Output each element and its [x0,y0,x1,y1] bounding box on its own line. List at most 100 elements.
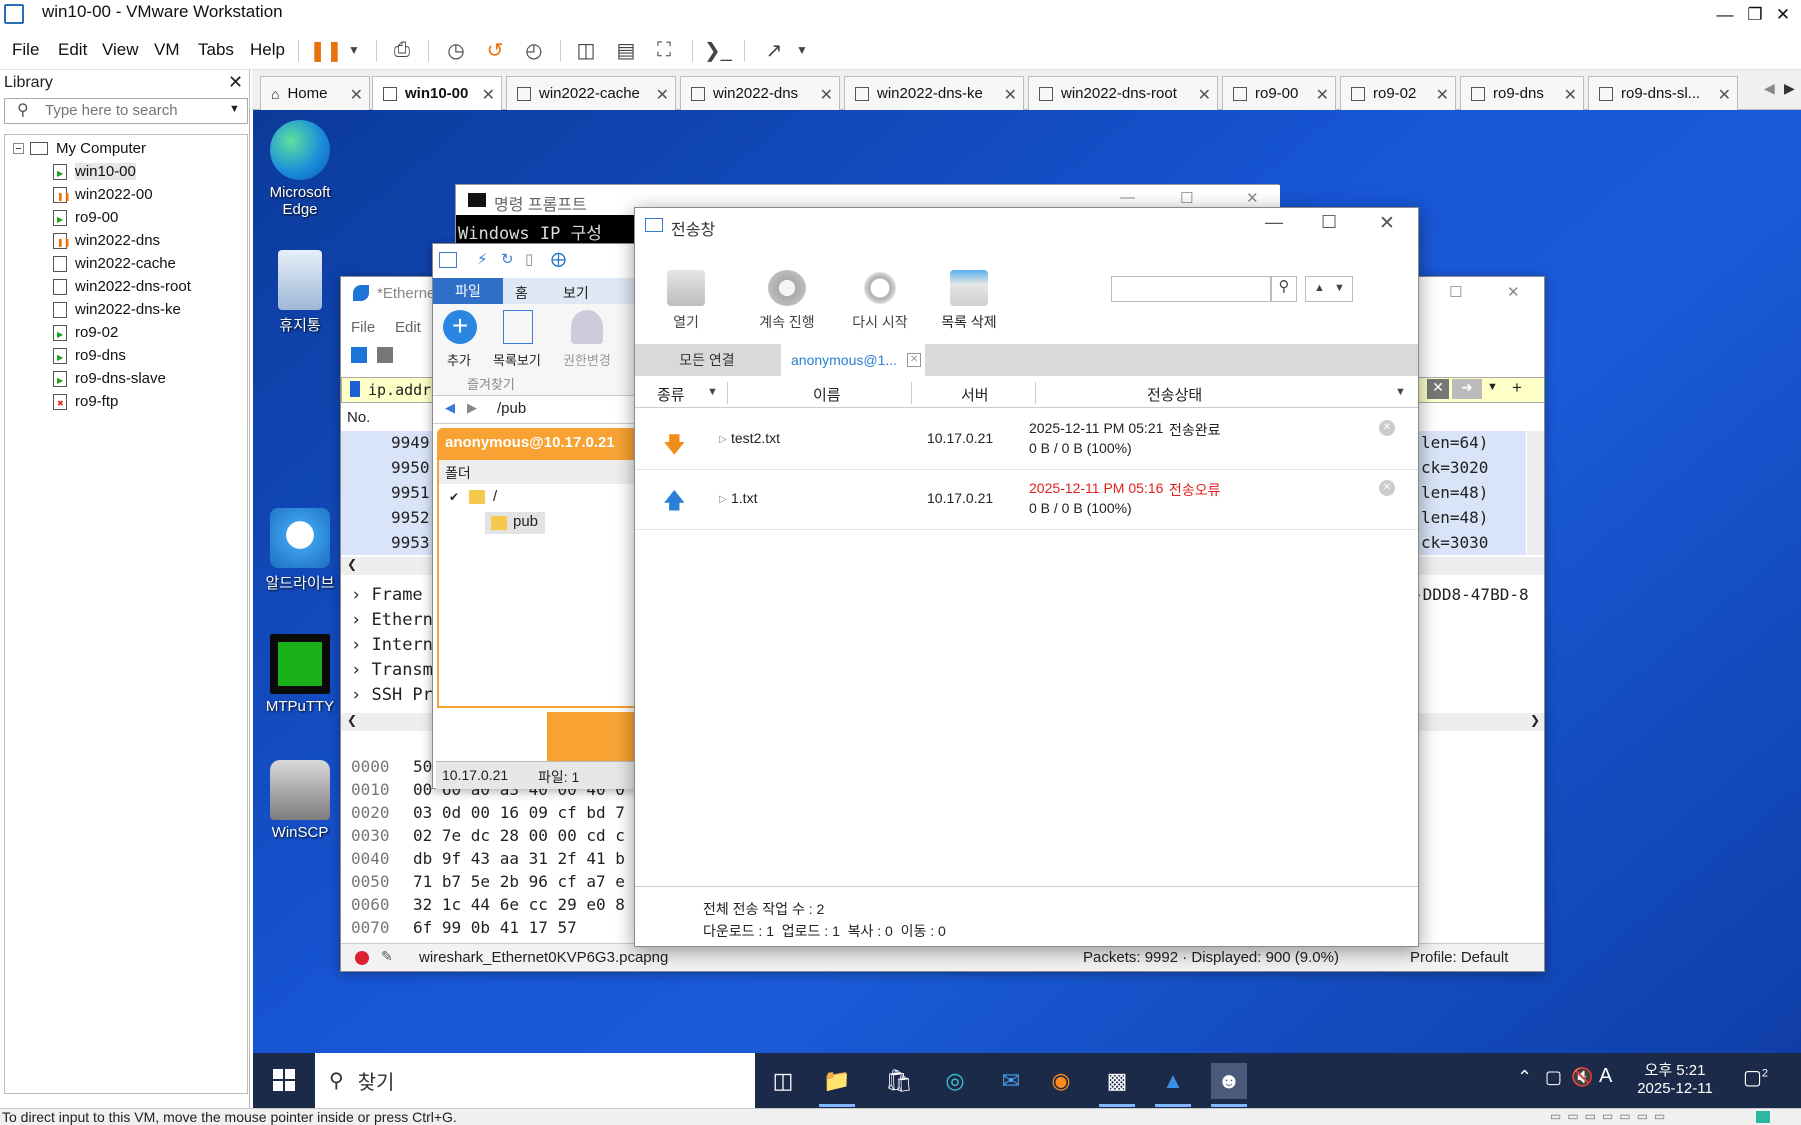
clear-filter-icon[interactable]: ✕ [1427,379,1449,399]
arrow-down-icon[interactable]: ▼ [1334,282,1345,294]
alftp-taskbar-icon[interactable]: ☻ [1211,1063,1247,1099]
close-button[interactable]: ✕ [1763,0,1801,30]
expand-icon[interactable]: ▷ [719,494,727,505]
packet-row[interactable]: 9951 [391,483,430,502]
console-icon[interactable]: ❯_ [704,36,732,64]
close-icon[interactable]: ✕ [1564,85,1577,105]
tab-ro9-dns-slave[interactable]: ro9-dns-sl... ✕ [1588,76,1738,110]
transfer-row[interactable]: 🡅 ▷ 1.txt 10.17.0.21 2025-12-11 PM 05:16… [635,470,1418,530]
close-icon[interactable]: ✕ [820,85,833,105]
close-icon[interactable]: ✕ [482,85,495,105]
menu-help[interactable]: Help [250,40,285,60]
tab-scroll-right-icon[interactable]: ▶ [1784,80,1795,97]
tree-item-vm[interactable]: ▶ ro9-00 [5,206,245,229]
task-view-icon[interactable]: ◫ [765,1063,801,1099]
mail-icon[interactable]: ✉ [993,1063,1029,1099]
add-circle-icon[interactable]: ⨁ [551,250,566,268]
ribbon-tab-view[interactable]: 보기 [563,283,589,303]
alftp-window[interactable]: ⚡ ↻ ▯ ⨁ 파일 홈 보기 + 추가 목록보기 권한변경 즐겨찾기 ◀ ▶ … [432,243,642,789]
packet-row[interactable]: 9950 [391,458,430,477]
ime-icon[interactable]: A [1599,1065,1612,1088]
menu-file[interactable]: File [12,40,39,60]
detail-row[interactable]: › Transm [351,660,433,680]
tree-item-my-computer[interactable]: − My Computer [5,137,245,160]
close-icon[interactable]: ✕ [1198,85,1211,105]
wireshark-icon[interactable]: ▲ [1155,1063,1191,1099]
chevron-down-icon[interactable]: ▼ [1395,386,1406,398]
tab-win10-00[interactable]: win10-00 ✕ [372,76,502,110]
maximize-button[interactable]: ☐ [1321,212,1337,233]
snapshot-manager-icon[interactable]: ◴ [520,36,548,64]
tree-item-vm[interactable]: win2022-cache [5,252,245,275]
detail-row[interactable]: › Frame [351,585,423,605]
taskbar-clock[interactable]: 오후 5:21 2025-12-11 [1627,1059,1723,1097]
edit-comment-icon[interactable]: ✎ [381,948,393,965]
tab-win2022-dns-root[interactable]: win2022-dns-root ✕ [1028,76,1218,110]
close-icon[interactable]: ✕ [907,353,922,367]
packet-row[interactable]: 9949 [391,433,430,452]
menu-edit[interactable]: Edit [395,319,421,336]
start-capture-icon[interactable] [351,347,367,363]
expand-icon[interactable]: ✔ [449,490,459,504]
ribbon-tab-file[interactable]: 파일 [433,278,503,304]
dropdown-chevron-icon[interactable]: ▼ [340,36,368,64]
file-explorer-icon[interactable]: 📁 [819,1063,855,1099]
menu-tabs[interactable]: Tabs [198,40,234,60]
chevron-down-icon[interactable]: ▼ [707,386,718,398]
notification-icon[interactable]: ▢2 [1743,1065,1768,1090]
forward-icon[interactable]: ▶ [467,400,477,416]
clear-list-button[interactable]: 목록 삭제 [929,270,1009,332]
column-status[interactable]: 전송상태 [1147,384,1202,405]
close-icon[interactable]: ✕ [1316,85,1329,105]
column-server[interactable]: 서버 [961,384,989,405]
detail-row[interactable]: › SSH Pr [351,685,433,705]
open-button[interactable]: 열기 [646,270,726,332]
device-status-icons[interactable]: ▭▭▭▭▭▭▭ [1550,1109,1730,1123]
apply-filter-icon[interactable]: ➜ [1452,379,1482,399]
close-icon[interactable]: ✕ [350,85,363,105]
send-ctrl-alt-del-icon[interactable]: ⎙ [388,36,416,64]
column-name[interactable]: 이름 [813,384,841,405]
collapse-icon[interactable]: − [13,143,24,155]
chevron-down-icon[interactable]: ▼ [1487,381,1498,393]
tree-item-vm[interactable]: ❚❚ win2022-dns [5,229,245,252]
sort-arrows[interactable]: ▲ ▼ [1305,276,1353,302]
tab-ro9-00[interactable]: ro9-00 ✕ [1222,76,1336,110]
close-button[interactable]: ✕ [1379,212,1395,235]
maximize-button[interactable]: ☐ [1180,189,1193,207]
library-search[interactable]: ⚲ ▼ [4,98,248,124]
desktop-icon-aldrive[interactable]: 알드라이브 [257,508,343,593]
tree-item-vm[interactable]: ▶ ro9-02 [5,321,245,344]
close-button[interactable]: ✕ [1246,189,1259,207]
ribbon-tab-home[interactable]: 홈 [515,283,528,303]
expand-icon[interactable]: ▷ [719,434,727,445]
search-icon[interactable]: ⚲ [1271,276,1297,302]
remove-row-icon[interactable]: ✕ [1379,420,1395,436]
menu-vm[interactable]: VM [154,40,180,60]
menu-file[interactable]: File [351,319,375,336]
document-icon[interactable]: ▯ [525,250,533,268]
transfer-window[interactable]: 전송창 — ☐ ✕ 열기 계속 진행 다시 시작 목록 삭제 ⚲ ▲ ▼ 모든 … [634,207,1419,947]
transfer-row[interactable]: 🡇 ▷ test2.txt 10.17.0.21 2025-12-11 PM 0… [635,410,1418,470]
store-icon[interactable]: 🛍 [881,1063,917,1099]
packet-row[interactable]: 9952 [391,508,430,527]
terminal-icon[interactable]: ▩ [1099,1063,1135,1099]
tab-home[interactable]: ⌂ Home ✕ [260,76,370,110]
windows-start-icon[interactable] [273,1069,295,1091]
tree-item-vm[interactable]: ❚❚ win2022-00 [5,183,245,206]
stretch-icon[interactable]: ↗ [760,36,788,64]
tree-item-vm[interactable]: ▶ ro9-dns-slave [5,367,245,390]
library-search-input[interactable] [45,102,225,119]
list-view-icon[interactable] [503,310,533,344]
taskbar-search[interactable]: ⚲ 찾기 [315,1053,755,1108]
tree-item-vm[interactable]: ▶ ro9-dns [5,344,245,367]
desktop-icon-mtputty[interactable]: MTPuTTY [257,634,343,715]
tab-scroll-left-icon[interactable]: ◀ [1764,80,1775,97]
close-icon[interactable]: ✕ [1004,85,1017,105]
desktop-icon-recycle-bin[interactable]: 휴지통 [257,250,343,335]
arrow-up-icon[interactable]: ▲ [1314,282,1325,294]
vm-activity-icon[interactable] [1756,1111,1770,1123]
tab-all-connections[interactable]: 모든 연결 [635,344,779,376]
minimize-button[interactable]: — [1120,189,1135,206]
volume-muted-icon[interactable]: 🔇 [1571,1067,1593,1088]
